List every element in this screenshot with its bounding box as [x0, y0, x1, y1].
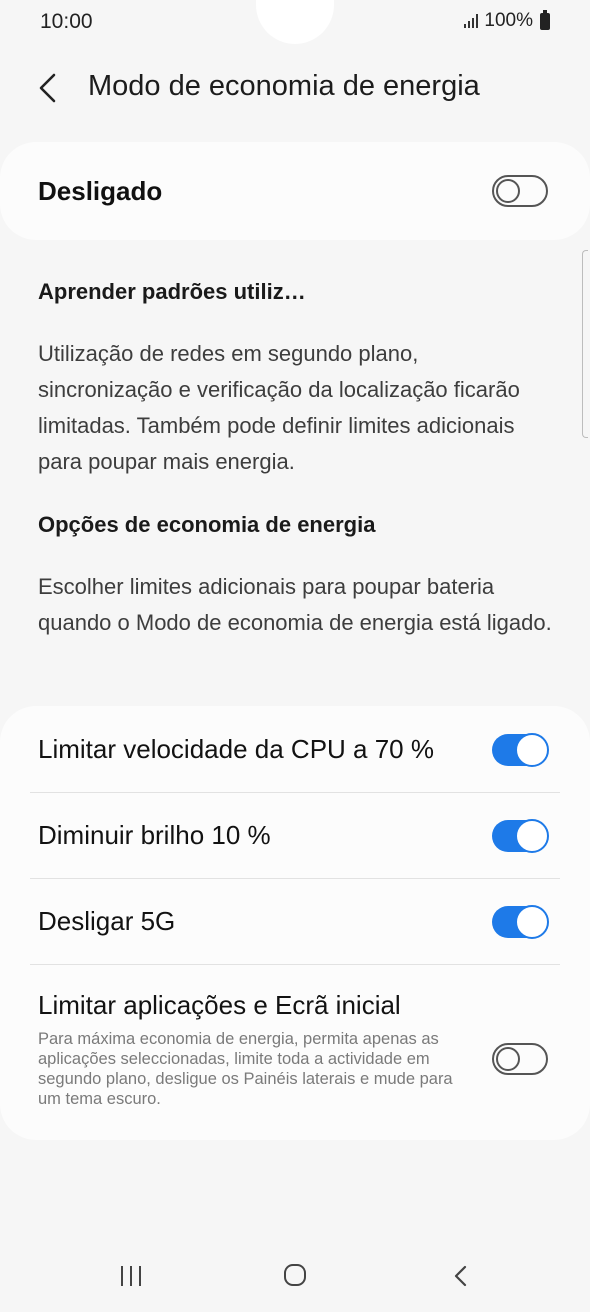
- 5g-toggle[interactable]: [492, 905, 549, 939]
- option-row-limit-apps[interactable]: Limitar aplicações e Ecrã inicial Para m…: [0, 965, 590, 1135]
- option-label: Limitar aplicações e Ecrã inicial: [38, 990, 401, 1020]
- status-bar: 10:00 100%: [0, 0, 590, 50]
- toggle-knob: [515, 819, 549, 853]
- app-bar: Modo de economia de energia: [0, 58, 590, 118]
- option-row-brightness[interactable]: Diminuir brilho 10 %: [0, 793, 590, 878]
- chevron-left-icon[interactable]: [36, 72, 62, 104]
- brightness-toggle[interactable]: [492, 819, 549, 853]
- learn-patterns-title[interactable]: Aprender padrões utiliz…: [38, 279, 306, 305]
- option-label: Limitar velocidade da CPU a 70 %: [38, 734, 434, 764]
- back-icon[interactable]: [452, 1264, 470, 1288]
- status-indicators: 100%: [464, 9, 550, 32]
- home-icon[interactable]: [284, 1264, 306, 1286]
- signal-icon: [464, 14, 479, 28]
- option-row-5g[interactable]: Desligar 5G: [0, 879, 590, 964]
- toggle-knob: [515, 733, 549, 767]
- master-toggle[interactable]: [492, 175, 548, 207]
- option-label: Desligar 5G: [38, 906, 176, 936]
- scrollbar[interactable]: [582, 250, 588, 438]
- option-label: Diminuir brilho 10 %: [38, 820, 271, 850]
- toggle-knob: [496, 179, 520, 203]
- master-switch-card[interactable]: Desligado: [0, 142, 590, 240]
- toggle-knob: [515, 905, 549, 939]
- navigation-bar: [0, 1230, 590, 1312]
- recent-apps-icon[interactable]: [121, 1266, 141, 1286]
- cpu-limit-toggle[interactable]: [492, 733, 549, 767]
- toggle-knob: [496, 1047, 520, 1071]
- battery-percent: 100%: [484, 10, 533, 31]
- battery-icon: [540, 9, 550, 30]
- limit-apps-toggle[interactable]: [492, 1043, 548, 1075]
- option-description: Para máxima economia de energia, permita…: [38, 1030, 453, 1108]
- learn-patterns-description: Utilização de redes em segundo plano, si…: [38, 341, 520, 474]
- master-switch-label: Desligado: [38, 176, 163, 206]
- options-title: Opções de economia de energia: [38, 512, 376, 537]
- options-card: Limitar velocidade da CPU a 70 % Diminui…: [0, 706, 590, 1140]
- options-description: Escolher limites adicionais para poupar …: [38, 574, 552, 635]
- camera-notch: [256, 0, 334, 44]
- page-title: Modo de economia de energia: [88, 70, 480, 102]
- option-row-cpu[interactable]: Limitar velocidade da CPU a 70 %: [0, 706, 590, 792]
- status-time: 10:00: [40, 10, 93, 33]
